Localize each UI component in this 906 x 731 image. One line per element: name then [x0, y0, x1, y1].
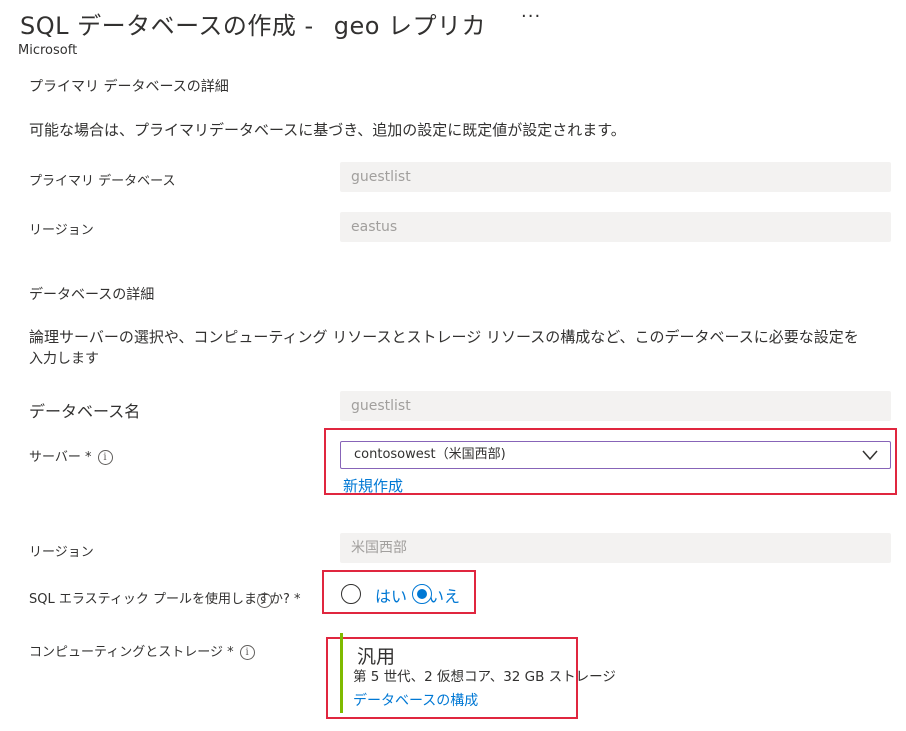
- database-name-label: データベース名: [29, 402, 141, 421]
- database-description: 論理サーバーの選択や、コンピューティング リソースとストレージ リソースの構成な…: [29, 325, 859, 368]
- database-description-line1: 論理サーバーの選択や、コンピューティング リソースとストレージ リソースの構成な…: [29, 328, 859, 346]
- primary-description: 可能な場合は、プライマリデータベースに基づき、追加の設定に既定値が設定されます。: [29, 121, 626, 139]
- server-label-text: サーバー *: [29, 450, 92, 465]
- region-field: 米国西部: [340, 533, 891, 563]
- server-dropdown[interactable]: contosowest（米国西部): [340, 441, 891, 469]
- page-title: SQL データベースの作成 - geo レプリカ: [20, 6, 486, 41]
- database-description-line2: 入力します: [29, 351, 99, 367]
- compute-label: コンピューティングとストレージ * i: [29, 641, 255, 660]
- configure-database-link[interactable]: データベースの構成: [353, 690, 478, 710]
- primary-region-field: eastus: [340, 212, 891, 242]
- info-icon[interactable]: i: [97, 450, 113, 465]
- create-new-server-link[interactable]: 新規作成: [343, 475, 403, 496]
- database-name-field: guestlist: [340, 391, 891, 421]
- compute-detail: 第 5 世代、2 仮想コア、32 GB ストレージ: [353, 669, 616, 685]
- tier-accent-bar: [340, 633, 343, 713]
- elastic-pool-yes-radio[interactable]: [341, 584, 361, 604]
- info-icon[interactable]: i: [257, 593, 272, 608]
- title-geo: geo レプリカ: [333, 12, 487, 40]
- server-dropdown-value: contosowest（米国西部): [354, 447, 506, 462]
- more-options-icon[interactable]: ···: [521, 6, 541, 27]
- primary-db-label: プライマリ データベース: [29, 174, 176, 189]
- region-label: リージョン: [29, 545, 94, 560]
- chevron-down-icon: [862, 450, 878, 461]
- compute-label-text: コンピューティングとストレージ *: [29, 645, 234, 660]
- title-main: SQL データベースの作成 -: [20, 12, 314, 40]
- publisher-name: Microsoft: [18, 43, 78, 58]
- elastic-pool-no-radio[interactable]: [412, 584, 432, 604]
- primary-db-field: guestlist: [340, 162, 891, 192]
- elastic-pool-yes-label[interactable]: はい: [375, 583, 407, 607]
- database-section-title: データベースの詳細: [29, 287, 155, 303]
- primary-region-label: リージョン: [29, 223, 94, 238]
- info-icon[interactable]: i: [239, 645, 255, 660]
- server-label: サーバー * i: [29, 446, 113, 465]
- primary-section-title: プライマリ データベースの詳細: [29, 79, 229, 95]
